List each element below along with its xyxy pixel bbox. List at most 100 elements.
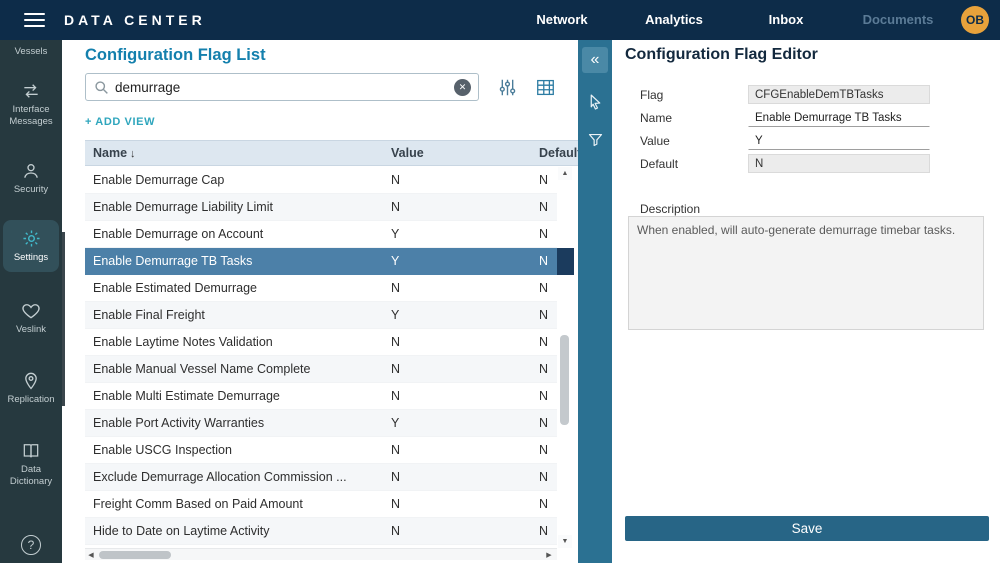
search-value: demurrage xyxy=(115,80,454,95)
sidebar-item-label: Security xyxy=(14,184,48,196)
sidebar-item-settings[interactable]: Settings xyxy=(3,220,59,272)
flag-field: CFGEnableDemTBTasks xyxy=(748,85,930,104)
help-icon: ? xyxy=(21,535,41,555)
page-title: Configuration Flag List xyxy=(85,46,266,65)
cell-value: N xyxy=(383,167,531,193)
description-textarea[interactable]: When enabled, will auto-generate demurra… xyxy=(628,216,984,330)
filter-icon[interactable] xyxy=(587,129,604,149)
sidebar-scrollbar[interactable] xyxy=(62,232,65,406)
search-input[interactable]: demurrage ✕ xyxy=(85,73,479,101)
field-label-default: Default xyxy=(640,157,748,171)
cell-default: N xyxy=(531,167,557,193)
cell-default: N xyxy=(531,248,557,274)
heart-icon xyxy=(21,300,41,321)
editor-fields: FlagCFGEnableDemTBTasksNameEnable Demurr… xyxy=(640,85,930,177)
table-row[interactable]: Enable Demurrage TB TasksYN xyxy=(85,248,557,275)
search-icon xyxy=(94,80,109,95)
table-row[interactable]: Exclude Demurrage Allocation Commission … xyxy=(85,464,557,491)
sidebar-item-veslink[interactable]: Veslink xyxy=(0,296,62,340)
field-row-flag: FlagCFGEnableDemTBTasks xyxy=(640,85,930,104)
nav-network[interactable]: Network xyxy=(506,0,618,40)
vertical-scrollbar-thumb[interactable] xyxy=(560,335,569,425)
field-row-value: ValueY xyxy=(640,131,930,150)
cell-value: N xyxy=(383,329,531,355)
cell-name: Enable Laytime Notes Validation xyxy=(85,329,383,355)
scroll-up-icon[interactable]: ▲ xyxy=(558,167,572,180)
cell-default: N xyxy=(531,491,557,517)
cell-default: N xyxy=(531,194,557,220)
cell-value: Y xyxy=(383,221,531,247)
scroll-left-icon[interactable]: ◀ xyxy=(85,549,97,561)
collapse-panel-icon[interactable]: « xyxy=(582,47,608,73)
field-label-value: Value xyxy=(640,134,748,148)
default-field: N xyxy=(748,154,930,173)
scroll-down-icon[interactable]: ▼ xyxy=(558,535,572,548)
table-row[interactable]: Enable USCG InspectionNN xyxy=(85,437,557,464)
topbar: DATA CENTER NetworkAnalyticsInboxDocumen… xyxy=(0,0,1000,40)
sidebar-item-data-dictionary[interactable]: Data Dictionary xyxy=(0,436,62,492)
table-row[interactable]: Enable Multi Estimate DemurrageNN xyxy=(85,383,557,410)
field-label-flag: Flag xyxy=(640,88,748,102)
cell-value: N xyxy=(383,356,531,382)
cell-name: Enable Demurrage TB Tasks xyxy=(85,248,383,274)
description-label: Description xyxy=(640,202,700,216)
grid-view-icon[interactable] xyxy=(536,78,556,98)
table-row[interactable]: Enable Demurrage on AccountYN xyxy=(85,221,557,248)
nav-inbox[interactable]: Inbox xyxy=(730,0,842,40)
sidebar-item-interface-messages[interactable]: Interface Messages xyxy=(0,76,62,132)
column-header-default[interactable]: Default xyxy=(531,141,578,165)
pointer-tool-icon[interactable] xyxy=(587,91,604,111)
save-button[interactable]: Save xyxy=(625,516,989,541)
nav-documents[interactable]: Documents xyxy=(842,0,954,40)
person-icon xyxy=(21,160,41,181)
cell-default: N xyxy=(531,329,557,355)
nav-analytics[interactable]: Analytics xyxy=(618,0,730,40)
cell-value: N xyxy=(383,194,531,220)
cell-value: Y xyxy=(383,410,531,436)
field-label-name: Name xyxy=(640,111,748,125)
sidebar-item-replication[interactable]: Replication xyxy=(0,366,62,410)
top-nav: NetworkAnalyticsInboxDocuments xyxy=(506,0,954,40)
help-button[interactable]: ? xyxy=(0,535,62,555)
column-filter-icon[interactable] xyxy=(498,78,518,98)
cell-value: N xyxy=(383,518,531,544)
sidebar-item-label: Veslink xyxy=(16,324,46,336)
cell-name: Enable USCG Inspection xyxy=(85,437,383,463)
app-title: DATA CENTER xyxy=(64,0,206,40)
field-row-default: DefaultN xyxy=(640,154,930,173)
menu-icon[interactable] xyxy=(24,13,45,27)
column-header-value[interactable]: Value xyxy=(383,141,531,165)
cell-default: N xyxy=(531,383,557,409)
sort-desc-icon: ↓ xyxy=(130,148,136,160)
scroll-right-icon[interactable]: ▶ xyxy=(543,549,555,561)
cell-value: N xyxy=(383,437,531,463)
cell-name: Enable Demurrage Cap xyxy=(85,167,383,193)
table-row[interactable]: Enable Port Activity WarrantiesYN xyxy=(85,410,557,437)
add-view-button[interactable]: + ADD VIEW xyxy=(85,116,155,128)
horizontal-scrollbar-thumb[interactable] xyxy=(99,551,171,559)
cell-name: Freight Comm Based on Paid Amount xyxy=(85,491,383,517)
table-row[interactable]: Enable Demurrage CapNN xyxy=(85,167,557,194)
table-row[interactable]: Hide to Date on Laytime ActivityNN xyxy=(85,518,557,545)
table-row[interactable]: Enable Manual Vessel Name CompleteNN xyxy=(85,356,557,383)
value-field[interactable]: Y xyxy=(748,131,930,150)
cell-name: Enable Demurrage on Account xyxy=(85,221,383,247)
field-row-name: NameEnable Demurrage TB Tasks xyxy=(640,108,930,127)
horizontal-scrollbar[interactable]: ◀ ▶ xyxy=(85,548,557,560)
cell-value: Y xyxy=(383,302,531,328)
table-row[interactable]: Enable Final FreightYN xyxy=(85,302,557,329)
table-row[interactable]: Freight Comm Based on Paid AmountNN xyxy=(85,491,557,518)
sidebar-item-vessels[interactable]: Vessels xyxy=(0,42,62,62)
cell-default: N xyxy=(531,356,557,382)
clear-search-icon[interactable]: ✕ xyxy=(454,79,471,96)
vertical-scrollbar[interactable]: ▲ ▼ xyxy=(558,167,572,548)
table-row[interactable]: Enable Estimated DemurrageNN xyxy=(85,275,557,302)
table-row[interactable]: Enable Laytime Notes ValidationNN xyxy=(85,329,557,356)
column-header-name[interactable]: Name↓ xyxy=(85,141,383,165)
avatar[interactable]: OB xyxy=(961,6,989,34)
sidebar: Vessels Interface Messages Security Setting… xyxy=(0,40,62,563)
name-field[interactable]: Enable Demurrage TB Tasks xyxy=(748,108,930,127)
table-row[interactable]: Enable Demurrage Liability LimitNN xyxy=(85,194,557,221)
sidebar-item-security[interactable]: Security xyxy=(0,156,62,200)
cell-default: N xyxy=(531,410,557,436)
